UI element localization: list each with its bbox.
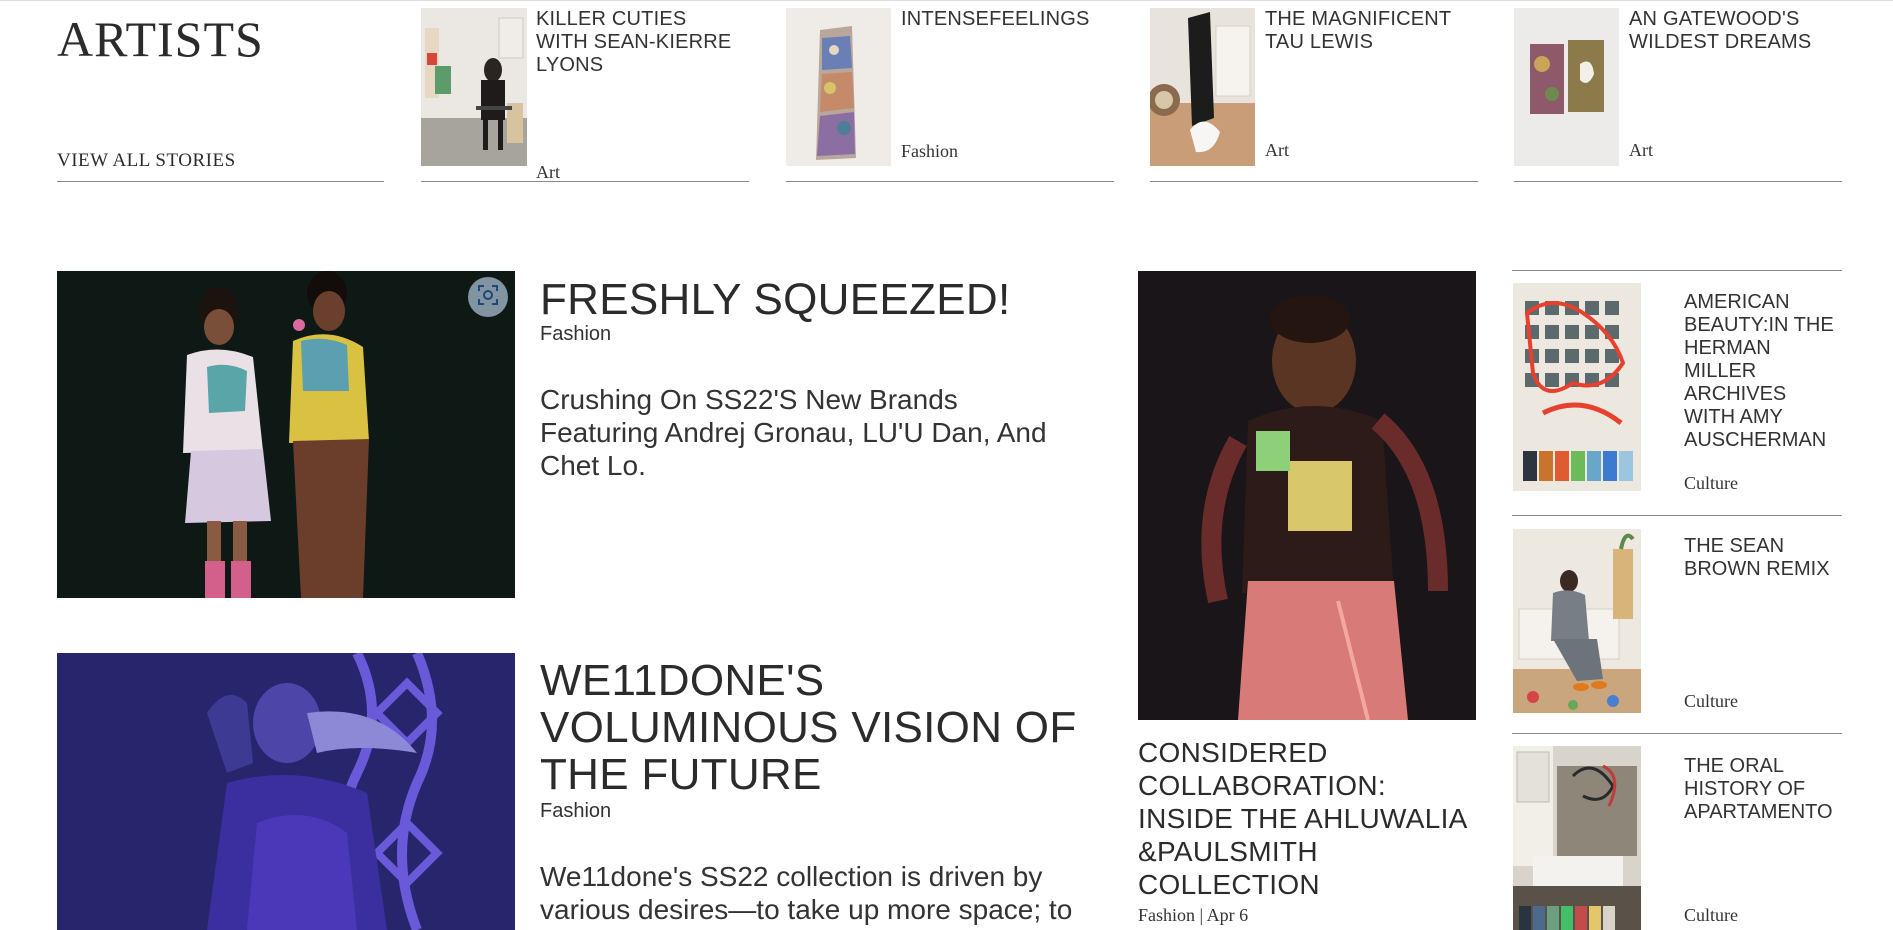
side-story-tag: Culture — [1684, 905, 1738, 925]
artwork-image — [1150, 8, 1255, 166]
top-card-thumbnail[interactable] — [421, 8, 527, 166]
top-card-title[interactable]: THE MAGNIFICENT TAU LEWIS — [1265, 8, 1470, 54]
archive-board-image — [1513, 283, 1641, 491]
fashion-portrait-image — [1138, 271, 1476, 720]
side-story[interactable]: AMERICAN BEAUTY:IN THE HERMAN MILLER ARC… — [1512, 283, 1842, 516]
side-story-tag: Culture — [1684, 691, 1738, 711]
studio-interior-image — [1513, 746, 1641, 930]
fashion-models-image — [57, 271, 515, 598]
card-divider — [1150, 181, 1478, 182]
card-divider — [1514, 181, 1842, 182]
gallery-image — [1514, 8, 1619, 166]
side-story-thumbnail[interactable] — [1513, 529, 1641, 713]
top-card[interactable]: INTENSEFEELINGS Fashion — [786, 8, 1114, 182]
story-meta: Fashion | Apr 6 — [1138, 905, 1249, 925]
top-card-tag: Art — [1265, 140, 1289, 160]
side-story-thumbnail[interactable] — [1513, 283, 1641, 491]
side-divider — [1512, 733, 1842, 734]
feature-tag: Fashion — [540, 800, 612, 822]
side-story-thumbnail[interactable] — [1513, 746, 1641, 930]
side-story[interactable]: THE ORAL HISTORY OF APARTAMENTO Culture — [1512, 746, 1842, 930]
top-card-tag: Fashion — [901, 141, 959, 161]
story-title[interactable]: CONSIDERED COLLABORATION: INSIDE THE AHL… — [1138, 736, 1478, 901]
top-border — [0, 0, 1893, 1]
top-card-thumbnail[interactable] — [1150, 8, 1255, 166]
side-story-tag: Culture — [1684, 473, 1738, 493]
we11done-image — [57, 653, 515, 930]
top-card-thumbnail[interactable] — [1514, 8, 1619, 166]
side-story-title[interactable]: AMERICAN BEAUTY:IN THE HERMAN MILLER ARC… — [1684, 291, 1842, 452]
top-card-tag: Art — [536, 162, 560, 182]
top-card[interactable]: THE MAGNIFICENT TAU LEWIS Art — [1150, 8, 1478, 182]
card-divider — [786, 181, 1114, 182]
card-divider — [421, 181, 749, 182]
top-card-title[interactable]: INTENSEFEELINGS — [901, 8, 1106, 31]
story-image[interactable] — [1138, 271, 1476, 720]
feature-description: Crushing On SS22'S New Brands Featuring … — [540, 384, 1047, 481]
top-card-title[interactable]: KILLER CUTIES WITH SEAN-KIERRE LYONS — [536, 8, 741, 77]
scan-icon — [477, 284, 499, 311]
top-card[interactable]: KILLER CUTIES WITH SEAN-KIERRE LYONS Art — [421, 8, 749, 182]
view-all-stories-link[interactable]: VIEW ALL STORIES — [57, 150, 236, 172]
feature-title[interactable]: WE11DONE'S VOLUMINOUS VISION OF THE FUTU… — [540, 657, 1100, 798]
artist-studio-image — [421, 8, 527, 166]
side-story-title[interactable]: THE SEAN BROWN REMIX — [1684, 535, 1842, 581]
sculpture-image — [786, 8, 891, 166]
side-divider — [1512, 270, 1842, 271]
top-card[interactable]: AN GATEWOOD'S WILDEST DREAMS Art — [1514, 8, 1842, 182]
feature-image[interactable] — [57, 271, 515, 598]
feature-title[interactable]: FRESHLY SQUEEZED! — [540, 276, 1100, 323]
section-divider — [57, 181, 384, 182]
side-story-title[interactable]: THE ORAL HISTORY OF APARTAMENTO — [1684, 755, 1842, 824]
side-divider — [1512, 515, 1842, 516]
feature-tag: Fashion — [540, 323, 612, 345]
side-story[interactable]: THE SEAN BROWN REMIX Culture — [1512, 529, 1842, 734]
scan-button[interactable] — [468, 277, 508, 317]
top-card-thumbnail[interactable] — [786, 8, 891, 166]
feature-image[interactable] — [57, 653, 515, 930]
feature-description: We11done's SS22 collection is driven by … — [540, 861, 1073, 925]
section-title: ARTISTS — [57, 11, 264, 67]
top-card-tag: Art — [1629, 140, 1653, 160]
living-room-image — [1513, 529, 1641, 713]
top-card-title[interactable]: AN GATEWOOD'S WILDEST DREAMS — [1629, 8, 1834, 54]
